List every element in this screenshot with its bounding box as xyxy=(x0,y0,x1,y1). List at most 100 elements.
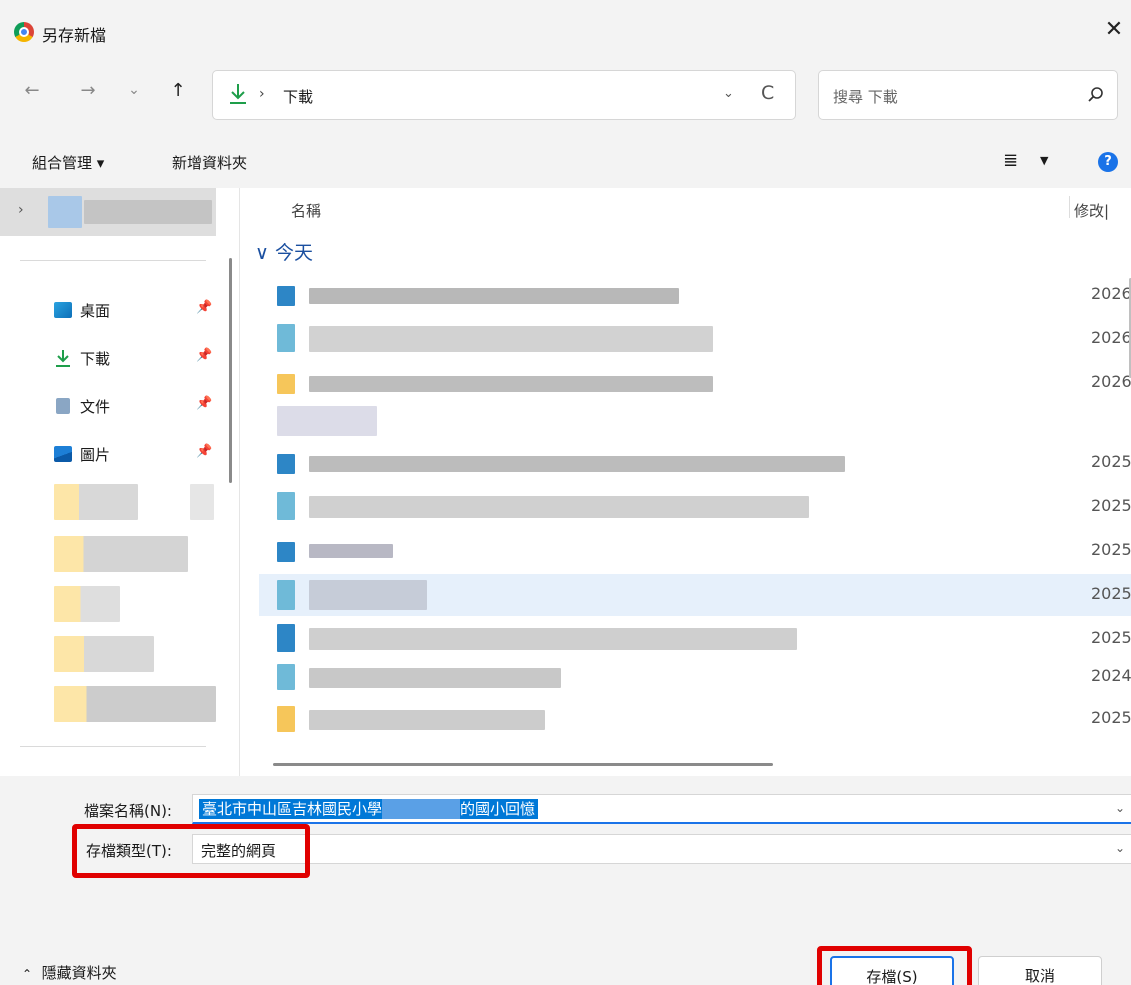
blurred-filename xyxy=(309,544,393,558)
address-dropdown-button[interactable]: ⌄ xyxy=(723,86,734,101)
sidebar-item-desktop[interactable]: 桌面 📌 xyxy=(54,296,214,326)
blurred-group-header xyxy=(277,406,377,436)
cancel-button[interactable]: 取消 xyxy=(978,956,1102,985)
file-row[interactable]: 2026 xyxy=(259,364,1131,402)
blurred-filename xyxy=(309,456,845,472)
file-date: 2025 xyxy=(1091,540,1131,559)
blurred-icon xyxy=(48,196,82,228)
blurred-filename xyxy=(309,376,713,392)
save-form: 檔案名稱(N): 臺北市中山區吉林國民小學 的國小回憶 ⌄ 存檔類型(T): 完整… xyxy=(0,776,1131,985)
blurred-filename xyxy=(309,710,545,730)
blurred-filename xyxy=(309,288,679,304)
file-row[interactable]: 2025 xyxy=(259,620,1131,658)
sidebar-item-label: 圖片 xyxy=(80,446,111,464)
horizontal-scrollbar[interactable] xyxy=(273,763,773,766)
hide-folders-toggle[interactable]: ⌃ 隱藏資料夾 xyxy=(22,962,117,983)
download-icon xyxy=(56,350,70,367)
sidebar-item-label: 桌面 xyxy=(80,302,111,320)
file-icon xyxy=(277,286,295,306)
sidebar-item-pictures[interactable]: 圖片 📌 xyxy=(54,440,214,470)
view-options-icon[interactable]: ≣ xyxy=(1003,150,1018,171)
pin-icon: 📌 xyxy=(196,396,213,411)
file-date: 2024 xyxy=(1091,666,1131,685)
pictures-icon xyxy=(54,446,72,462)
breadcrumb-location[interactable]: 下載 xyxy=(283,86,313,107)
new-folder-button[interactable]: 新增資料夾 xyxy=(172,152,247,173)
file-icon xyxy=(277,374,295,394)
file-icon xyxy=(277,324,295,352)
file-row-selected[interactable]: 2025 xyxy=(259,574,1131,616)
recent-locations-button[interactable]: ⌄ xyxy=(122,82,146,98)
forward-button[interactable]: → xyxy=(76,80,100,101)
sidebar-scrollbar[interactable] xyxy=(229,258,232,483)
refresh-button[interactable]: C xyxy=(761,82,774,104)
filename-label: 檔案名稱(N): xyxy=(84,802,172,820)
blurred-filename xyxy=(309,496,809,518)
file-date: 2025 xyxy=(1091,628,1131,647)
filename-selected-text: 臺北市中山區吉林國民小學 的國小回憶 xyxy=(199,799,539,819)
filename-text-part: 的國小回憶 xyxy=(460,800,536,818)
file-row[interactable]: 2026 xyxy=(259,320,1131,358)
file-row[interactable]: 2024 xyxy=(259,658,1131,696)
download-icon xyxy=(230,84,246,104)
filetype-dropdown-icon[interactable]: ⌄ xyxy=(1115,841,1125,855)
command-bar: 組合管理 ▾ 新增資料夾 ≣ ▼ ? xyxy=(0,138,1131,188)
filename-dropdown-icon[interactable]: ⌄ xyxy=(1115,801,1125,815)
navigation-bar: ← → ⌄ ↑ › 下載 ⌄ C 搜尋 下載 xyxy=(0,58,1131,138)
search-icon xyxy=(1088,87,1103,102)
search-input[interactable]: 搜尋 下載 xyxy=(818,70,1118,120)
view-dropdown-icon[interactable]: ▼ xyxy=(1040,154,1048,167)
help-icon[interactable]: ? xyxy=(1098,152,1118,172)
file-icon xyxy=(277,706,295,732)
file-row[interactable]: 2025 xyxy=(259,700,1131,738)
hide-folders-label: 隱藏資料夾 xyxy=(41,964,117,982)
back-button[interactable]: ← xyxy=(20,80,44,101)
breadcrumb-separator: › xyxy=(259,86,265,102)
file-row[interactable]: 2025 xyxy=(259,488,1131,526)
file-row[interactable]: 2026 xyxy=(259,276,1131,314)
file-row[interactable]: 2025 xyxy=(259,532,1131,570)
filename-text-part: 臺北市中山區吉林國民小學 xyxy=(202,800,383,818)
sidebar-item-documents[interactable]: 文件 📌 xyxy=(54,392,214,422)
column-header-modified[interactable]: 修改| xyxy=(1074,200,1109,221)
desktop-icon xyxy=(54,302,72,318)
title-bar: 另存新檔 ✕ xyxy=(0,0,1131,58)
filename-field[interactable]: 臺北市中山區吉林國民小學 的國小回憶 ⌄ xyxy=(192,794,1131,824)
pin-icon: 📌 xyxy=(196,300,213,315)
blurred-filename-part xyxy=(382,799,461,819)
blurred-folder[interactable] xyxy=(54,686,216,722)
navigation-pane: › 桌面 📌 下載 📌 文件 📌 圖片 📌 xyxy=(0,188,240,776)
document-icon xyxy=(56,398,70,414)
blurred-filename xyxy=(309,628,797,650)
organize-button[interactable]: 組合管理 ▾ xyxy=(32,152,104,173)
blurred-filename xyxy=(309,580,427,610)
file-icon xyxy=(277,624,295,652)
group-header-today[interactable]: ∨ 今天 xyxy=(255,238,313,265)
blurred-folder xyxy=(190,484,214,520)
sidebar-item-downloads[interactable]: 下載 📌 xyxy=(54,344,214,374)
search-placeholder: 搜尋 下載 xyxy=(833,88,898,106)
up-button[interactable]: ↑ xyxy=(166,80,190,101)
sidebar-item-home[interactable]: › xyxy=(0,188,216,236)
file-row[interactable]: 2025 xyxy=(259,444,1131,482)
close-button[interactable]: ✕ xyxy=(1100,16,1128,44)
file-date: 2026 xyxy=(1091,372,1131,391)
sidebar-divider xyxy=(20,260,206,261)
sidebar-divider xyxy=(20,746,206,747)
chevron-right-icon: › xyxy=(18,202,24,218)
file-date: 2026 xyxy=(1091,284,1131,303)
column-header-name[interactable]: 名稱 xyxy=(291,200,321,221)
blurred-filename xyxy=(309,668,561,688)
file-icon xyxy=(277,454,295,474)
blurred-folder[interactable] xyxy=(54,536,188,572)
file-icon xyxy=(277,580,295,610)
address-bar[interactable]: › 下載 ⌄ C xyxy=(212,70,796,120)
blurred-folder[interactable] xyxy=(54,484,138,520)
blurred-folder[interactable] xyxy=(54,636,154,672)
filetype-select[interactable]: 完整的網頁 ⌄ xyxy=(192,834,1131,864)
window-title: 另存新檔 xyxy=(42,26,107,45)
file-icon xyxy=(277,492,295,520)
blurred-folder[interactable] xyxy=(54,586,120,622)
file-date: 2026 xyxy=(1091,328,1131,347)
sidebar-item-label: 下載 xyxy=(80,350,111,368)
